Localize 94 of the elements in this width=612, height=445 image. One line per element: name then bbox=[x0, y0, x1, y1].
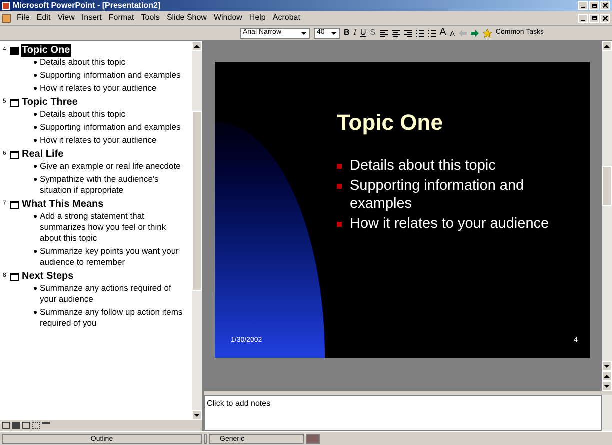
scroll-thumb[interactable] bbox=[192, 111, 202, 291]
slide-title[interactable]: Next Steps bbox=[21, 270, 75, 283]
slide-icon bbox=[10, 150, 19, 158]
app-icon bbox=[2, 2, 10, 10]
bullet-text: How it relates to your audience bbox=[350, 215, 550, 233]
bullet-text: How it relates to your audience bbox=[40, 135, 157, 146]
close-button[interactable] bbox=[600, 1, 610, 10]
menu-item[interactable]: View bbox=[58, 12, 75, 24]
spelling-icon bbox=[306, 434, 320, 444]
bullet-text: Supporting information and examples bbox=[350, 177, 526, 213]
numbered-list-icon[interactable] bbox=[416, 30, 424, 36]
bullet-text: Details about this topic bbox=[40, 57, 126, 68]
bullet-icon bbox=[337, 184, 342, 189]
bullet-text: Add a strong statement that summarizes how you feel or think about this topic bbox=[40, 211, 168, 244]
bullet-text: Details about this topic bbox=[40, 109, 126, 120]
scroll-down-icon[interactable] bbox=[602, 361, 612, 371]
scroll-thumb[interactable] bbox=[602, 166, 612, 206]
bullet-text: Summarize any actions required of your audience bbox=[40, 283, 172, 305]
slide-title[interactable]: Topic One bbox=[21, 44, 72, 57]
align-right-icon[interactable] bbox=[404, 30, 412, 36]
menu-item[interactable]: Window bbox=[214, 12, 242, 24]
bullet-text: Give an example or real life anecdote bbox=[40, 161, 181, 172]
menu-item[interactable]: File bbox=[17, 12, 30, 24]
align-center-icon[interactable] bbox=[392, 30, 400, 36]
menu-item[interactable]: Help bbox=[249, 12, 266, 24]
shadow-button[interactable]: S bbox=[370, 29, 376, 37]
bullet-icon bbox=[34, 311, 37, 314]
bullet-list-icon[interactable] bbox=[428, 30, 436, 36]
scroll-up-icon[interactable] bbox=[192, 41, 202, 51]
slide-icon bbox=[10, 272, 19, 280]
bullet-icon bbox=[34, 87, 37, 90]
right-arrow-icon[interactable] bbox=[470, 30, 479, 36]
close-icon bbox=[602, 16, 608, 20]
normal-view-icon[interactable] bbox=[2, 422, 10, 429]
notes-field[interactable]: Click to add notes bbox=[204, 395, 602, 431]
restore-icon bbox=[592, 16, 596, 20]
next-slide-icon[interactable] bbox=[602, 381, 612, 391]
restore-icon bbox=[592, 4, 596, 8]
close-button[interactable] bbox=[600, 14, 610, 22]
increase-font-button[interactable]: A bbox=[440, 28, 446, 38]
bullet-icon bbox=[34, 215, 37, 218]
slide-view-icon[interactable] bbox=[22, 422, 30, 429]
bold-button[interactable]: B bbox=[344, 29, 350, 37]
bullet-icon bbox=[34, 74, 37, 77]
minimize-button[interactable] bbox=[578, 14, 588, 22]
underline-button[interactable]: U bbox=[360, 29, 366, 37]
dropdown-arrow-icon bbox=[301, 32, 307, 34]
scroll-down-icon[interactable] bbox=[192, 410, 202, 420]
slide-title[interactable]: Real Life bbox=[21, 148, 65, 161]
bullet-icon bbox=[34, 178, 37, 181]
bullet-icon bbox=[34, 139, 37, 142]
scrollbar[interactable] bbox=[602, 395, 612, 431]
bullet-text: Supporting information and examples bbox=[40, 70, 181, 81]
slide-title[interactable]: What This Means bbox=[21, 198, 105, 211]
status-field bbox=[204, 434, 207, 444]
bullet-icon bbox=[34, 61, 37, 64]
bullet-icon bbox=[34, 165, 37, 168]
window-title: Microsoft PowerPoint - [Presentation2] bbox=[13, 2, 161, 10]
menu-item[interactable]: Insert bbox=[82, 12, 102, 24]
bullet-icon bbox=[34, 250, 37, 253]
slide-title: Topic One bbox=[337, 109, 443, 137]
menu-item[interactable]: Slide Show bbox=[166, 12, 207, 24]
bullet-text: Details about this topic bbox=[350, 157, 496, 175]
menu-item[interactable]: Tools bbox=[141, 12, 160, 24]
sorter-view-icon[interactable] bbox=[32, 422, 40, 429]
scrollbar[interactable] bbox=[602, 41, 612, 371]
bullet-text: Summarize key points you want your audience to remember bbox=[40, 246, 180, 268]
bullet-icon bbox=[337, 222, 342, 227]
previous-slide-icon[interactable] bbox=[602, 371, 612, 381]
minimize-button[interactable] bbox=[578, 1, 588, 10]
menu-item[interactable]: Acrobat bbox=[272, 12, 300, 24]
star-icon[interactable] bbox=[482, 28, 492, 38]
menu-item[interactable]: Edit bbox=[36, 12, 51, 24]
slide-title[interactable]: Topic Three bbox=[21, 96, 79, 109]
italic-button[interactable]: I bbox=[354, 29, 356, 37]
bullet-icon bbox=[34, 113, 37, 116]
bullet-text: Supporting information and examples bbox=[40, 122, 181, 133]
slide-icon bbox=[10, 46, 19, 54]
document-icon bbox=[2, 14, 11, 22]
bullet-text: Summarize any follow up action items required of you bbox=[40, 307, 184, 329]
scrollbar[interactable] bbox=[192, 41, 202, 420]
minimize-icon bbox=[581, 7, 585, 8]
close-icon bbox=[602, 3, 608, 8]
scroll-up-icon[interactable] bbox=[602, 41, 612, 51]
dropdown-arrow-icon bbox=[331, 32, 337, 34]
bullet-icon bbox=[337, 164, 342, 169]
bullet-icon bbox=[34, 287, 37, 290]
align-left-icon[interactable] bbox=[380, 30, 388, 36]
bullet-text: Sympathize with the audience's situation if appropriate bbox=[40, 174, 160, 196]
slide-icon bbox=[10, 98, 19, 106]
bullet-icon bbox=[34, 126, 37, 129]
slide-icon bbox=[10, 200, 19, 208]
bullet-text: How it relates to your audience bbox=[40, 83, 157, 94]
menu-item[interactable]: Format bbox=[108, 12, 134, 24]
